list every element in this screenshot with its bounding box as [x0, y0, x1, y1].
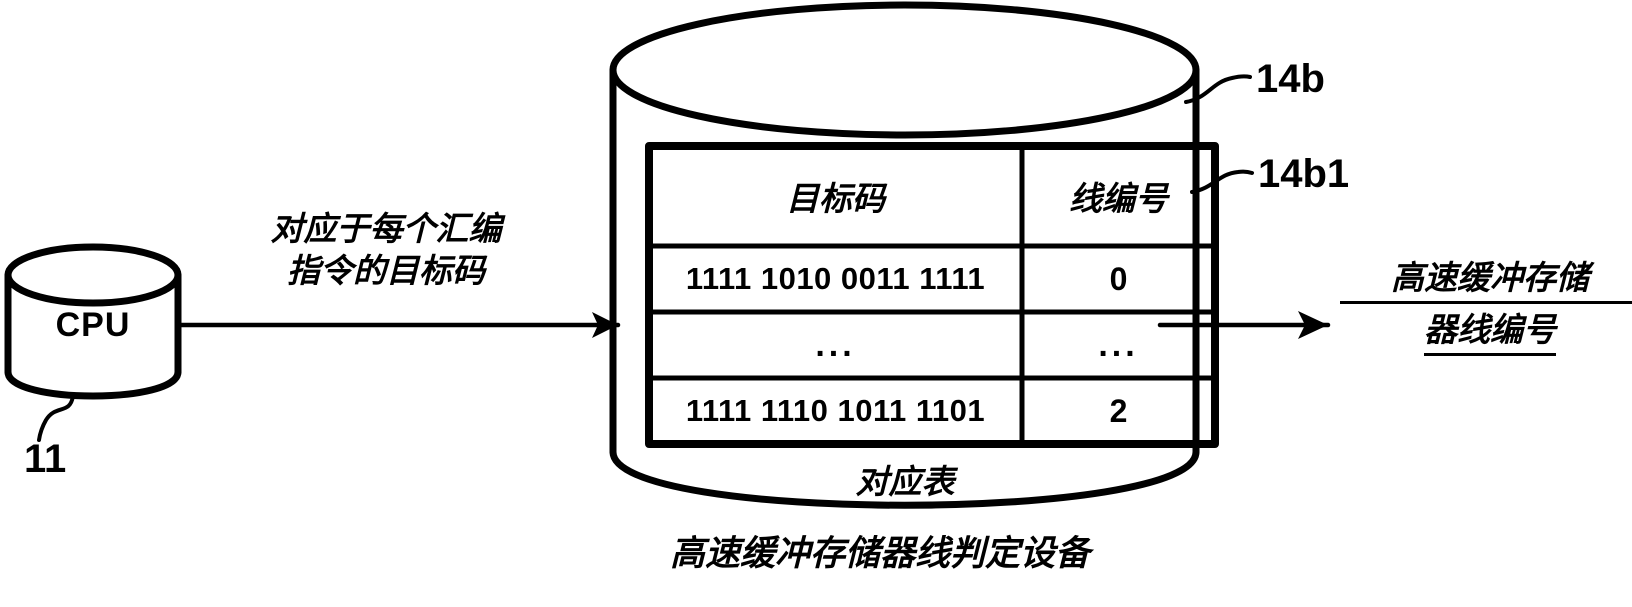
cell-object-code-0: 1111 1010 0011 1111 — [685, 261, 986, 296]
cell-line-number-0: 0 — [1109, 260, 1128, 297]
table-inner-caption: 对应表 — [855, 462, 955, 501]
input-flow-arrow — [176, 312, 621, 338]
table-header-cell-line-number: 线编号 — [1022, 146, 1215, 246]
cpu-label: CPU — [55, 305, 131, 344]
table-header-object-code-text: 目标码 — [786, 179, 885, 218]
input-flow-label: 对应于每个汇编 指令的目标码 — [196, 208, 576, 292]
table-row: 1111 1010 0011 1111 — [649, 246, 1022, 312]
table-row: 1111 1110 1011 1101 — [649, 378, 1022, 444]
table-row: 2 — [1022, 378, 1215, 444]
input-flow-label-line1: 对应于每个汇编 — [270, 209, 502, 248]
table-row: 0 — [1022, 246, 1215, 312]
cell-object-code-2: 1111 1110 1011 1101 — [685, 393, 986, 428]
table-header-cell-object-code: 目标码 — [649, 146, 1022, 246]
table-row: ... — [1022, 312, 1215, 378]
cpu-reference-leader — [37, 394, 75, 442]
figure-canvas: CPU 11 对应于每个汇编 指令的目标码 高速缓冲存储 器线编号 14b 14… — [0, 0, 1632, 607]
output-flow-label-line2: 器线编号 — [1424, 308, 1556, 356]
cell-line-number-1: ... — [1098, 325, 1139, 364]
table-row: ... — [649, 312, 1022, 378]
cpu-label-box: CPU — [8, 295, 178, 355]
output-flow-label-line1: 高速缓冲存储 — [1340, 256, 1632, 304]
input-flow-label-line2: 指令的目标码 — [287, 251, 485, 290]
cell-line-number-2: 2 — [1109, 392, 1128, 429]
figure-bottom-caption: 高速缓冲存储器线判定设备 — [669, 534, 1090, 574]
device-reference-numeral: 14b — [1256, 57, 1325, 101]
cpu-reference-numeral: 11 — [24, 437, 67, 481]
table-reference-numeral: 14b1 — [1258, 152, 1350, 196]
cell-object-code-1: ... — [815, 325, 856, 364]
output-flow-label: 高速缓冲存储 器线编号 — [1340, 256, 1632, 356]
table-header-line-number-text: 线编号 — [1069, 179, 1168, 218]
